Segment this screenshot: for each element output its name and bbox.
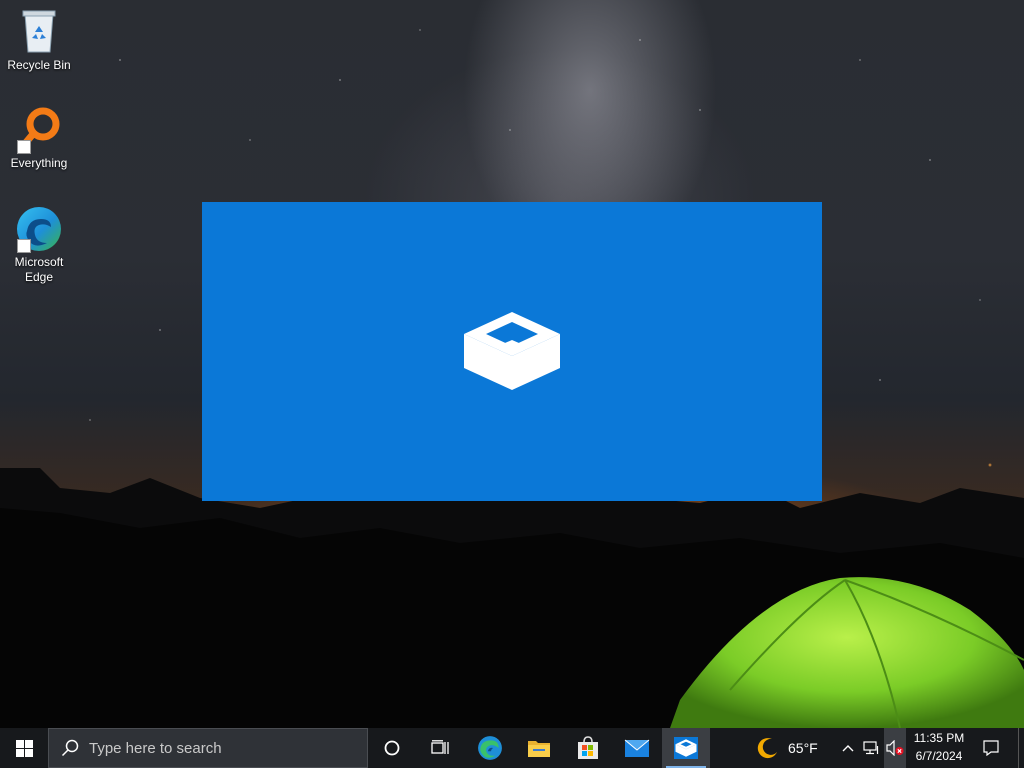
- edge-icon: [15, 205, 63, 253]
- taskbar-file-explorer-button[interactable]: [515, 728, 563, 768]
- taskbar-windows-sandbox-button[interactable]: [662, 728, 710, 768]
- taskbar-edge-button[interactable]: [466, 728, 514, 768]
- windows-sandbox-icon: [674, 737, 698, 759]
- action-center-icon: [983, 740, 999, 756]
- task-view-button[interactable]: [416, 728, 464, 768]
- taskbar-store-button[interactable]: [564, 728, 612, 768]
- volume-muted-icon: [886, 740, 904, 756]
- edge-icon: [478, 736, 502, 760]
- windows-start-icon: [15, 739, 33, 757]
- windows-sandbox-icon: [464, 312, 560, 390]
- mail-icon: [624, 739, 650, 757]
- system-clock[interactable]: 11:35 PM 6/7/2024: [908, 728, 970, 768]
- moon-weather-icon: [757, 738, 777, 759]
- clock-time: 11:35 PM: [913, 731, 965, 745]
- recycle-bin-icon: [15, 8, 63, 56]
- desktop-icon-recycle-bin[interactable]: Recycle Bin: [1, 8, 77, 73]
- volume-button[interactable]: [884, 728, 906, 768]
- clock-date: 6/7/2024: [915, 749, 963, 763]
- desktop-icon-label: Recycle Bin: [7, 58, 71, 72]
- action-center-button[interactable]: [970, 728, 1012, 768]
- cortana-icon: [384, 740, 400, 756]
- start-button[interactable]: [0, 728, 48, 768]
- weather-widget[interactable]: 65°F: [752, 728, 826, 768]
- show-desktop-button[interactable]: [1018, 728, 1024, 768]
- desktop-icon-microsoft-edge[interactable]: Microsoft Edge: [1, 205, 77, 285]
- shortcut-arrow-icon: [17, 239, 31, 253]
- search-icon: [61, 739, 79, 757]
- tent-graphic: [670, 577, 1024, 728]
- show-hidden-icons-button[interactable]: [838, 728, 858, 768]
- cortana-button[interactable]: [368, 728, 416, 768]
- windows-sandbox-splash: [202, 202, 822, 501]
- shortcut-arrow-icon: [17, 140, 31, 154]
- search-box[interactable]: Type here to search: [48, 728, 368, 768]
- desktop-icon-everything[interactable]: Everything: [1, 106, 77, 171]
- desktop-icon-label: Microsoft Edge: [14, 255, 64, 284]
- network-button[interactable]: [860, 728, 882, 768]
- desktop-icon-label: Everything: [10, 156, 68, 170]
- microsoft-store-icon: [578, 736, 598, 759]
- chevron-up-icon: [842, 745, 854, 752]
- taskbar: Type here to search 65°F 11:35 PM 6/7/20…: [0, 728, 1024, 768]
- network-icon: [863, 741, 879, 755]
- file-explorer-icon: [528, 741, 550, 757]
- search-placeholder: Type here to search: [89, 739, 222, 757]
- everything-search-icon: [15, 106, 63, 154]
- taskbar-mail-button[interactable]: [613, 728, 661, 768]
- task-view-icon: [431, 740, 449, 754]
- weather-temperature: 65°F: [788, 740, 818, 756]
